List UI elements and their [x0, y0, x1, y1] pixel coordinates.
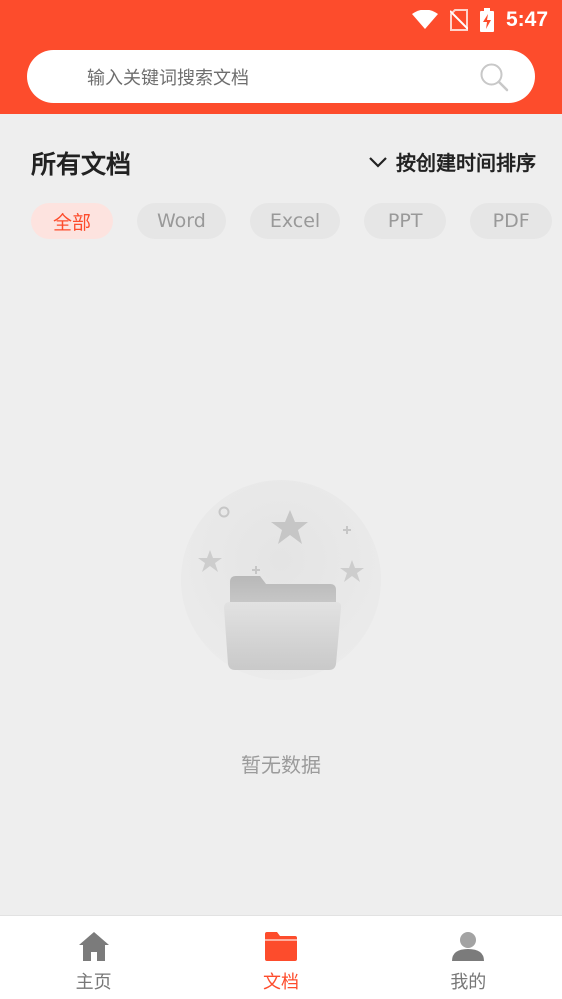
no-sim-icon	[449, 9, 468, 31]
tab-home[interactable]: 主页	[0, 916, 187, 999]
page-title: 所有文档	[31, 150, 132, 179]
bottom-tab-bar: 主页 文档 我的	[0, 915, 562, 999]
filter-chip-all[interactable]: 全部	[31, 203, 113, 239]
filter-chips: 全部 Word Excel PPT PDF	[31, 203, 553, 239]
tab-home-label: 主页	[75, 972, 112, 993]
clock: 5:47	[505, 8, 548, 31]
folder-icon	[263, 930, 299, 966]
sort-dropdown[interactable]: 按创建时间排序	[368, 147, 536, 176]
filter-chip-excel[interactable]: Excel	[249, 203, 341, 239]
status-bar: 5:47	[382, 0, 562, 40]
filter-chip-pdf[interactable]: PDF	[470, 203, 553, 239]
search-placeholder: 输入关键词搜索文档	[87, 67, 249, 89]
tab-profile-label: 我的	[450, 972, 487, 993]
tab-documents-label: 文档	[262, 972, 299, 993]
filter-chip-ppt[interactable]: PPT	[364, 203, 447, 239]
tab-profile[interactable]: 我的	[375, 916, 562, 999]
empty-state-illustration	[180, 480, 382, 684]
search-input[interactable]: 输入关键词搜索文档	[27, 50, 535, 103]
chevron-down-icon	[368, 150, 388, 174]
search-icon[interactable]	[479, 62, 509, 96]
app-header: 5:47 输入关键词搜索文档	[0, 0, 562, 114]
home-icon	[77, 930, 111, 966]
wifi-icon	[411, 10, 438, 30]
empty-state-text: 暂无数据	[241, 753, 321, 777]
user-icon	[451, 930, 485, 966]
sort-label: 按创建时间排序	[396, 151, 536, 175]
battery-charging-icon	[479, 8, 494, 32]
tab-documents[interactable]: 文档	[187, 916, 374, 999]
filter-chip-word[interactable]: Word	[137, 203, 226, 239]
